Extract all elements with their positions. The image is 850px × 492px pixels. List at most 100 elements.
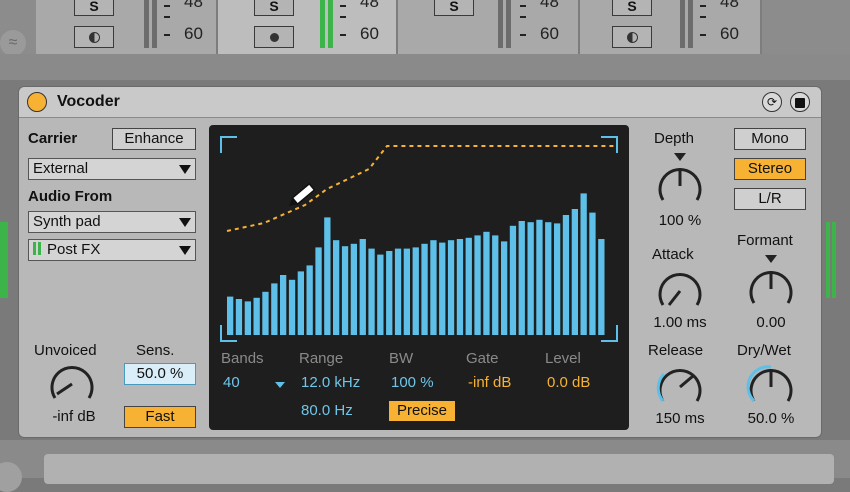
band-bar[interactable] [562,215,570,335]
band-bar[interactable] [227,296,234,335]
depth-knob[interactable] [654,160,706,210]
band-bar[interactable] [571,209,578,335]
level-meter [328,0,333,48]
band-bar[interactable] [271,283,278,335]
band-bar[interactable] [483,231,490,335]
device-power-button[interactable] [27,92,47,112]
monitor-mode-button[interactable] [612,26,652,48]
band-bar[interactable] [315,247,322,335]
meter-tick [340,16,346,18]
precise-button[interactable]: Precise [389,401,455,421]
band-bar[interactable] [518,221,525,335]
band-bar[interactable] [456,239,464,335]
band-bar[interactable] [341,246,349,335]
level-value[interactable]: 0.0 dB [547,374,590,391]
depth-value: 100 % [658,212,702,229]
band-bar[interactable] [492,235,499,335]
chevron-down-icon [179,246,191,255]
range-high-value[interactable]: 12.0 kHz [301,374,360,391]
band-bar[interactable] [288,279,296,335]
band-bar[interactable] [421,243,428,335]
fast-button[interactable]: Fast [124,406,196,428]
band-bar[interactable] [262,291,269,335]
band-bar[interactable] [465,237,472,335]
band-bar[interactable] [403,248,410,335]
side-meter-right [832,222,836,298]
mono-button[interactable]: Mono [734,128,806,150]
sens-value: 50.0 % [136,365,184,382]
attack-value: 1.00 ms [653,314,707,331]
stereo-button[interactable]: Stereo [734,158,806,180]
wave-icon: ≈ [0,30,26,56]
bw-value[interactable]: 100 % [391,374,434,391]
unvoiced-knob[interactable] [46,358,98,408]
formant-curve[interactable] [226,145,615,232]
sens-value-field[interactable]: 50.0 % [124,363,196,385]
pencil-icon [288,182,316,207]
band-bar[interactable] [253,297,260,335]
band-bar[interactable] [447,240,455,335]
bands-label: Bands [221,350,264,367]
band-bar[interactable] [509,225,517,335]
bands-dropdown-icon[interactable] [275,382,285,388]
band-bar[interactable] [439,242,446,335]
band-bar[interactable] [412,247,419,335]
meter-tick [164,34,170,36]
vocoder-display: Bands 40 Range 12.0 kHz 80.0 Hz BW 100 %… [209,125,629,430]
range-low-value[interactable]: 80.0 Hz [301,402,353,419]
band-bar[interactable] [589,212,596,335]
band-bar[interactable] [377,254,384,335]
lr-button[interactable]: L/R [734,188,806,210]
release-label: Release [648,342,704,359]
band-spectrum[interactable] [209,125,629,345]
band-bar[interactable] [527,222,534,335]
drywet-label: Dry/Wet [737,342,791,359]
db-scale-label: 48 [184,0,203,11]
bands-value[interactable]: 40 [223,374,240,391]
band-bar[interactable] [333,240,340,335]
attack-knob[interactable] [654,265,706,315]
band-bar[interactable] [536,219,543,335]
band-bar[interactable] [280,275,287,335]
band-bar[interactable] [598,239,605,335]
gate-value[interactable]: -inf dB [468,374,511,391]
level-meter [144,0,149,48]
monitor-mode-button[interactable] [74,26,114,48]
band-bar[interactable] [306,265,313,335]
tap-point-select[interactable]: Post FX [28,239,196,261]
dot-icon [269,32,279,42]
enhance-button[interactable]: Enhance [112,128,196,150]
band-bar[interactable] [394,248,402,335]
band-bar[interactable] [368,248,375,335]
band-bar[interactable] [501,241,508,335]
drywet-knob[interactable] [745,361,797,411]
band-bar[interactable] [580,193,587,335]
band-bar[interactable] [545,222,552,335]
solo-button[interactable]: S [434,0,474,16]
band-bar[interactable] [430,240,437,335]
level-meter [688,0,693,48]
band-bar[interactable] [386,251,393,335]
band-bar[interactable] [474,235,481,335]
band-bar[interactable] [554,223,561,335]
save-preset-icon[interactable] [790,92,810,112]
hot-swap-icon[interactable]: ⟳ [762,92,782,112]
monitor-mode-button[interactable] [254,26,294,48]
carrier-select[interactable]: External [28,158,196,180]
release-knob[interactable] [654,361,706,411]
formant-default-marker [765,255,777,263]
band-bar[interactable] [244,301,251,335]
formant-knob[interactable] [745,263,797,313]
band-bar[interactable] [359,239,366,335]
device-title: Vocoder [57,93,120,110]
solo-button[interactable]: S [254,0,294,16]
solo-button[interactable]: S [612,0,652,16]
meter-tick [700,16,706,18]
mixer-strip-3: S 48 60 [398,0,580,54]
solo-button[interactable]: S [74,0,114,16]
band-bar[interactable] [235,299,243,335]
band-bar[interactable] [297,271,304,335]
audio-from-select[interactable]: Synth pad [28,211,196,233]
band-bar[interactable] [324,217,331,335]
band-bar[interactable] [350,243,357,335]
